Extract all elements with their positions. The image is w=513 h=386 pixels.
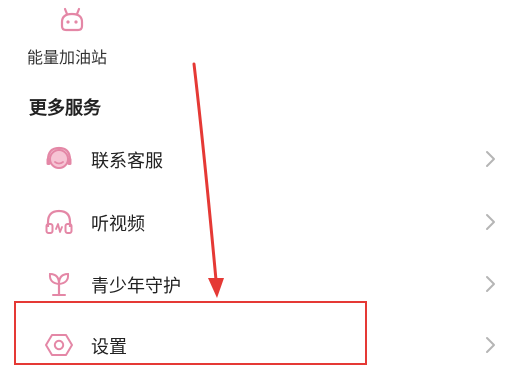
energy-station-tile[interactable]: 能量加油站 [22, 0, 122, 72]
menu-item-label: 设置 [91, 337, 127, 358]
menu-item-settings[interactable]: 设置 [0, 320, 513, 370]
chevron-right-icon [483, 212, 497, 232]
customer-service-headset-icon [44, 144, 74, 174]
energy-station-icon [58, 6, 86, 34]
energy-station-label: 能量加油站 [27, 48, 108, 67]
hexagon-settings-icon [44, 330, 74, 360]
chevron-right-icon [483, 274, 497, 294]
more-services-title: 更多服务 [29, 98, 101, 119]
menu-item-label: 听视频 [91, 214, 145, 235]
menu-item-label: 青少年守护 [91, 276, 181, 297]
headphones-icon [44, 207, 74, 237]
menu-item-listen-video[interactable]: 听视频 [0, 197, 513, 247]
menu-item-youth-protection[interactable]: 青少年守护 [0, 259, 513, 309]
menu-item-contact-support[interactable]: 联系客服 [0, 134, 513, 184]
chevron-right-icon [483, 335, 497, 355]
sprout-icon [44, 269, 74, 299]
chevron-right-icon [483, 149, 497, 169]
menu-item-label: 联系客服 [91, 151, 163, 172]
